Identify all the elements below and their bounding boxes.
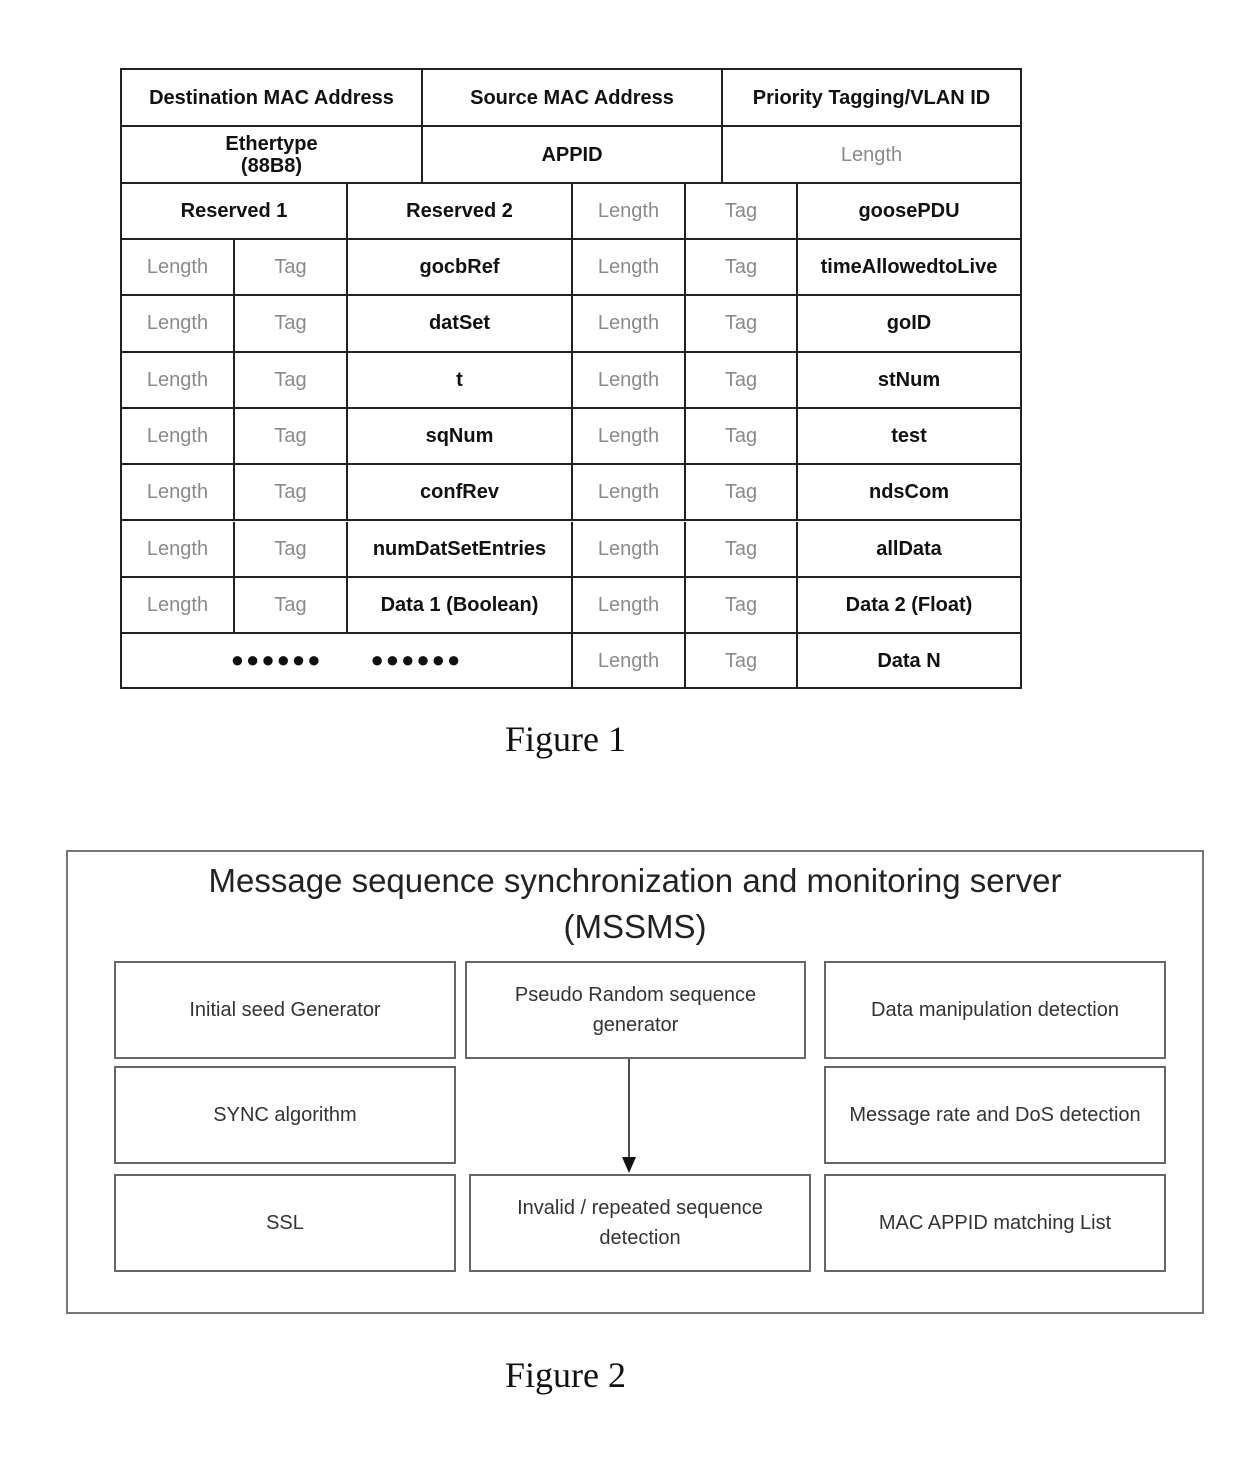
tag-cell: Tag xyxy=(235,352,348,409)
tag-cell: Tag xyxy=(686,408,798,466)
reserved-2-cell: Reserved 2 xyxy=(348,184,573,240)
prng-box: Pseudo Random sequence generator xyxy=(465,961,806,1059)
field-name-cell: numDatSetEntries xyxy=(348,521,573,578)
length-cell: Length xyxy=(573,296,686,353)
mssms-title-line1: Message sequence synchronization and mon… xyxy=(208,862,1062,899)
sync-algorithm-box: SYNC algorithm xyxy=(114,1066,456,1164)
tag-cell: Tag xyxy=(235,465,348,522)
field-name-cell: Data 1 (Boolean) xyxy=(348,577,573,635)
length-cell: Length xyxy=(573,634,686,687)
tag-cell: Tag xyxy=(686,634,798,687)
field-name-cell: ndsCom xyxy=(798,465,1020,522)
figure-2-caption: Figure 2 xyxy=(505,1355,626,1395)
field-name-cell: Data 2 (Float) xyxy=(798,578,1020,635)
tag-cell: Tag xyxy=(686,465,798,522)
reserved-1-cell: Reserved 1 xyxy=(122,184,348,240)
mac-appid-matching-box: MAC APPID matching List xyxy=(824,1174,1166,1272)
tag-cell: Tag xyxy=(686,296,798,353)
length-cell: Length xyxy=(122,577,235,635)
ethertype-value: (88B8) xyxy=(240,154,303,177)
length-cell: Length xyxy=(122,521,235,578)
tag-cell: Tag xyxy=(686,577,798,635)
arrow-head xyxy=(622,1157,636,1173)
length-cell: Length xyxy=(122,465,235,522)
message-rate-dos-box: Message rate and DoS detection xyxy=(824,1066,1166,1164)
length-cell: Length xyxy=(573,352,686,409)
figure-1-caption: Figure 1 xyxy=(505,719,626,759)
length-cell: Length xyxy=(122,352,235,409)
vlan-id-cell: Priority Tagging/VLAN ID xyxy=(723,70,1020,127)
tag-cell: Tag xyxy=(235,408,348,466)
ethertype-label: Ethertype xyxy=(225,132,318,155)
length-cell: Length xyxy=(573,240,686,297)
ellipsis-dots: ●●●●●● xyxy=(230,647,323,673)
appid-cell: APPID xyxy=(423,127,723,184)
tag-cell: Tag xyxy=(235,296,348,353)
field-name-cell: timeAllowedtoLive xyxy=(798,240,1020,297)
destination-mac-cell: Destination MAC Address xyxy=(122,70,423,127)
tag-cell: Tag xyxy=(235,577,348,635)
field-name-cell: stNum xyxy=(798,353,1020,409)
mssms-title: Message sequence synchronization and mon… xyxy=(66,858,1204,950)
tag-cell: Tag xyxy=(686,352,798,409)
ssl-box: SSL xyxy=(114,1174,456,1272)
length-cell: Length xyxy=(122,408,235,466)
ellipsis-dots: ●●●●●● xyxy=(370,647,463,673)
ethertype-cell: Ethertype (88B8) xyxy=(122,127,423,184)
length-cell: Length xyxy=(122,296,235,353)
length-cell: Length xyxy=(573,408,686,466)
length-cell: Length xyxy=(122,240,235,297)
length-cell: Length xyxy=(723,127,1020,184)
initial-seed-generator-box: Initial seed Generator xyxy=(114,961,456,1059)
field-name-cell: datSet xyxy=(348,296,573,353)
data-n-cell: Data N xyxy=(877,649,941,672)
tag-cell: Tag xyxy=(686,240,798,297)
field-name-cell: t xyxy=(348,352,573,409)
field-name-cell: test xyxy=(798,409,1020,466)
field-name-cell: sqNum xyxy=(348,408,573,466)
field-name-cell: goID xyxy=(798,296,1020,353)
goosepdu-cell: goosePDU xyxy=(798,184,1020,240)
tag-cell: Tag xyxy=(686,184,798,240)
invalid-sequence-detection-box: Invalid / repeated sequence detection xyxy=(469,1174,811,1272)
tag-cell: Tag xyxy=(686,521,798,578)
arrow-icon xyxy=(622,1059,636,1173)
length-cell: Length xyxy=(573,465,686,522)
source-mac-cell: Source MAC Address xyxy=(423,70,723,127)
data-manipulation-detection-box: Data manipulation detection xyxy=(824,961,1166,1059)
field-name-cell: gocbRef xyxy=(348,240,573,297)
length-cell: Length xyxy=(573,577,686,635)
mssms-title-line2: (MSSMS) xyxy=(563,908,707,945)
length-cell: Length xyxy=(573,184,686,240)
ellipsis-cell: ●●●●●● ●●●●●● xyxy=(122,634,573,687)
tag-cell: Tag xyxy=(235,240,348,297)
tag-cell: Tag xyxy=(235,521,348,578)
field-name-cell: confRev xyxy=(348,465,573,522)
field-name-cell: allData xyxy=(798,522,1020,578)
length-cell: Length xyxy=(573,521,686,578)
goose-frame-table: Destination MAC Address Source MAC Addre… xyxy=(120,68,1022,689)
